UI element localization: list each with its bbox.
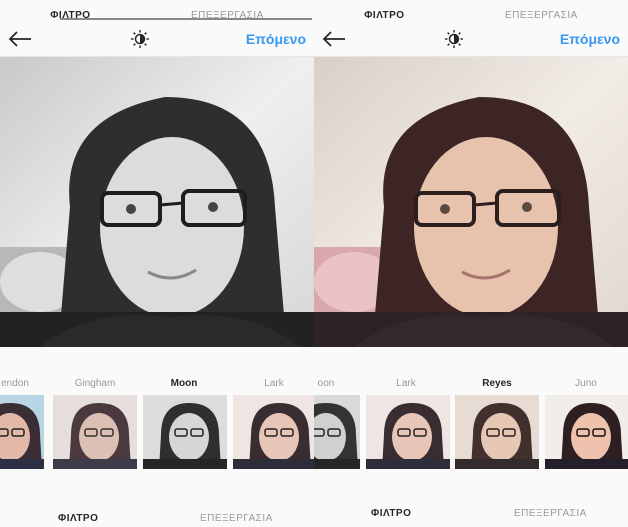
filter-thumb-selected[interactable]	[143, 395, 227, 469]
filter-label[interactable]: Juno	[546, 378, 626, 389]
previous-tabs-strip: ΦΙΛΤΡΟ ΕΠΕΞΕΡΓΑΣΙΑ	[0, 0, 314, 20]
sun-icon	[444, 29, 463, 48]
back-button[interactable]	[322, 26, 348, 52]
filter-label[interactable]: Lark	[366, 378, 446, 389]
sun-icon	[130, 29, 149, 48]
photo-preview	[314, 57, 628, 347]
back-button[interactable]	[8, 26, 34, 52]
right-editor-panel: ΦΙΛΤΡΟ ΕΠΕΞΕΡΓΑΣΙΑ Επόμενο oon Lark Reye…	[314, 0, 628, 527]
filter-label[interactable]: Lark	[234, 378, 314, 389]
filter-label[interactable]: oon	[314, 378, 366, 389]
filter-labels: oon Lark Reyes Juno	[314, 378, 628, 392]
filter-thumb[interactable]	[314, 395, 360, 469]
filter-label[interactable]: Gingham	[55, 378, 135, 389]
filter-label-selected[interactable]: Reyes	[457, 378, 537, 389]
tab-filter[interactable]: ΦΙΛΤΡΟ	[58, 513, 98, 524]
left-editor-panel: ΦΙΛΤΡΟ ΕΠΕΞΕΡΓΑΣΙΑ Επόμενο endon Gingham…	[0, 0, 314, 527]
arrow-left-icon	[322, 30, 345, 47]
prev-tab-filter: ΦΙΛΤΡΟ	[364, 10, 405, 20]
top-bar: Επόμενο	[314, 21, 628, 57]
filter-thumb[interactable]	[545, 395, 628, 469]
filter-thumbnails	[0, 395, 314, 469]
tab-edit[interactable]: ΕΠΕΞΕΡΓΑΣΙΑ	[514, 508, 587, 519]
bottom-tabs: ΦΙΛΤΡΟ ΕΠΕΞΕΡΓΑΣΙΑ	[314, 505, 628, 527]
tab-filter[interactable]: ΦΙΛΤΡΟ	[371, 508, 411, 519]
bottom-tabs: ΦΙΛΤΡΟ ΕΠΕΞΕΡΓΑΣΙΑ	[0, 505, 314, 527]
filter-thumb[interactable]	[53, 395, 137, 469]
filter-label-selected[interactable]: Moon	[144, 378, 224, 389]
filter-thumb[interactable]	[233, 395, 314, 469]
filter-thumbnails	[314, 395, 628, 469]
prev-tab-edit: ΕΠΕΞΕΡΓΑΣΙΑ	[505, 10, 578, 20]
tab-edit[interactable]: ΕΠΕΞΕΡΓΑΣΙΑ	[200, 513, 273, 524]
filter-thumb-selected[interactable]	[455, 395, 539, 469]
lux-button[interactable]	[130, 29, 150, 49]
next-button[interactable]: Επόμενο	[246, 31, 306, 47]
filter-thumb[interactable]	[366, 395, 450, 469]
previous-tabs-strip: ΦΙΛΤΡΟ ΕΠΕΞΕΡΓΑΣΙΑ	[314, 0, 628, 20]
lux-button[interactable]	[444, 29, 464, 49]
top-bar: Επόμενο	[0, 21, 314, 57]
arrow-left-icon	[8, 30, 31, 47]
filter-labels: endon Gingham Moon Lark	[0, 378, 314, 392]
filter-label[interactable]: endon	[0, 378, 55, 389]
filter-thumb[interactable]	[0, 395, 44, 469]
photo-preview	[0, 57, 314, 347]
tab-indicator	[60, 18, 312, 20]
next-button[interactable]: Επόμενο	[560, 31, 620, 47]
